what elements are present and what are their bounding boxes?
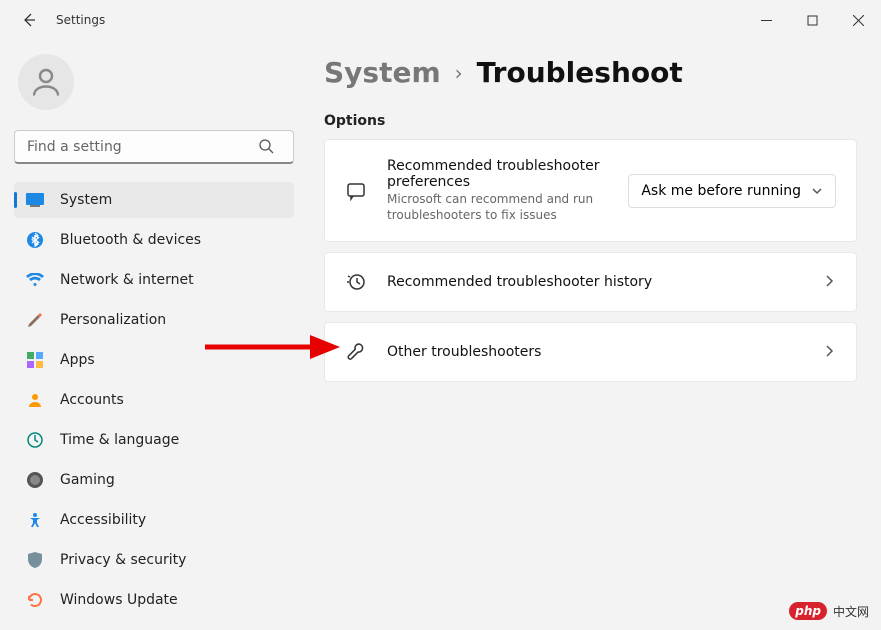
nav-label: Time & language bbox=[60, 432, 179, 448]
watermark-text: 中文网 bbox=[833, 603, 869, 620]
minimize-button[interactable] bbox=[743, 4, 789, 36]
brush-icon bbox=[26, 311, 44, 329]
search-input[interactable] bbox=[14, 130, 294, 164]
section-label: Options bbox=[324, 113, 857, 129]
nav-label: Network & internet bbox=[60, 272, 194, 288]
arrow-left-icon bbox=[21, 12, 37, 28]
sidebar: System Bluetooth & devices Network & int… bbox=[0, 40, 308, 630]
search-icon bbox=[258, 138, 274, 158]
nav-item-personalization[interactable]: Personalization bbox=[14, 302, 294, 338]
card-title: Other troubleshooters bbox=[387, 344, 802, 360]
system-icon bbox=[26, 191, 44, 209]
shield-icon bbox=[26, 551, 44, 569]
nav-label: Accessibility bbox=[60, 512, 146, 528]
nav-item-network[interactable]: Network & internet bbox=[14, 262, 294, 298]
breadcrumb-parent[interactable]: System bbox=[324, 56, 441, 89]
chevron-down-icon bbox=[811, 185, 823, 197]
nav-item-update[interactable]: Windows Update bbox=[14, 582, 294, 618]
chevron-right-icon bbox=[822, 273, 836, 292]
nav-item-gaming[interactable]: Gaming bbox=[14, 462, 294, 498]
wifi-icon bbox=[26, 271, 44, 289]
card-title: Recommended troubleshooter preferences bbox=[387, 158, 608, 190]
nav-item-bluetooth[interactable]: Bluetooth & devices bbox=[14, 222, 294, 258]
card-troubleshooter-preferences: Recommended troubleshooter preferences M… bbox=[324, 139, 857, 242]
maximize-icon bbox=[807, 15, 818, 26]
window-title: Settings bbox=[56, 13, 105, 27]
apps-icon bbox=[26, 351, 44, 369]
nav-label: Bluetooth & devices bbox=[60, 232, 201, 248]
nav-label: Windows Update bbox=[60, 592, 178, 608]
accessibility-icon bbox=[26, 511, 44, 529]
dropdown-value: Ask me before running bbox=[641, 183, 801, 199]
nav-item-system[interactable]: System bbox=[14, 182, 294, 218]
nav-label: System bbox=[60, 192, 112, 208]
accounts-icon bbox=[26, 391, 44, 409]
nav-item-accessibility[interactable]: Accessibility bbox=[14, 502, 294, 538]
card-subtitle: Microsoft can recommend and run troubles… bbox=[387, 192, 608, 223]
back-button[interactable] bbox=[20, 11, 38, 29]
nav-item-time[interactable]: Time & language bbox=[14, 422, 294, 458]
nav-list: System Bluetooth & devices Network & int… bbox=[14, 182, 294, 618]
nav-label: Accounts bbox=[60, 392, 124, 408]
nav-item-accounts[interactable]: Accounts bbox=[14, 382, 294, 418]
nav-label: Apps bbox=[60, 352, 95, 368]
title-bar: Settings bbox=[0, 0, 881, 40]
card-troubleshooter-history[interactable]: Recommended troubleshooter history bbox=[324, 252, 857, 312]
nav-item-privacy[interactable]: Privacy & security bbox=[14, 542, 294, 578]
watermark-badge: php bbox=[789, 602, 827, 620]
history-icon bbox=[345, 271, 367, 293]
card-title: Recommended troubleshooter history bbox=[387, 274, 802, 290]
message-icon bbox=[345, 180, 367, 202]
nav-label: Gaming bbox=[60, 472, 115, 488]
nav-label: Privacy & security bbox=[60, 552, 186, 568]
maximize-button[interactable] bbox=[789, 4, 835, 36]
close-icon bbox=[853, 15, 864, 26]
minimize-icon bbox=[761, 15, 772, 26]
person-icon bbox=[28, 64, 64, 100]
preferences-dropdown[interactable]: Ask me before running bbox=[628, 174, 836, 208]
user-avatar[interactable] bbox=[18, 54, 74, 110]
chevron-right-icon bbox=[822, 343, 836, 362]
nav-item-apps[interactable]: Apps bbox=[14, 342, 294, 378]
main-content: System › Troubleshoot Options Recommende… bbox=[308, 40, 881, 630]
card-other-troubleshooters[interactable]: Other troubleshooters bbox=[324, 322, 857, 382]
nav-label: Personalization bbox=[60, 312, 166, 328]
breadcrumb: System › Troubleshoot bbox=[324, 56, 857, 89]
close-button[interactable] bbox=[835, 4, 881, 36]
chevron-right-icon: › bbox=[455, 61, 463, 85]
wrench-icon bbox=[345, 341, 367, 363]
clock-globe-icon bbox=[26, 431, 44, 449]
update-icon bbox=[26, 591, 44, 609]
bluetooth-icon bbox=[26, 231, 44, 249]
breadcrumb-current: Troubleshoot bbox=[477, 56, 683, 89]
watermark: php 中文网 bbox=[789, 602, 869, 620]
gaming-icon bbox=[26, 471, 44, 489]
